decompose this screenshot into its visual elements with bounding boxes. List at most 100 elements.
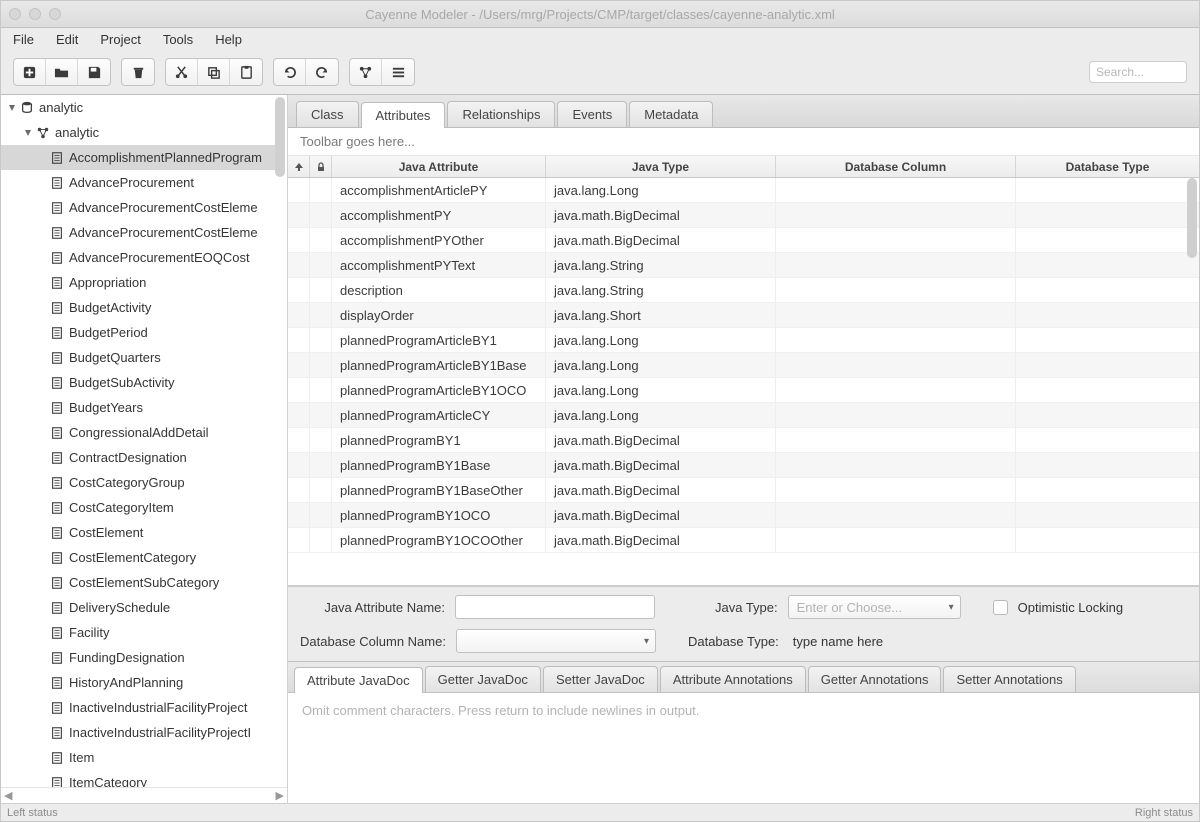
doc-tab[interactable]: Attribute Annotations bbox=[660, 666, 806, 692]
entity-tabs: ClassAttributesRelationshipsEventsMetada… bbox=[288, 95, 1199, 128]
entity-icon bbox=[49, 750, 65, 766]
tree-entity[interactable]: InactiveIndustrialFacilityProject bbox=[1, 695, 275, 720]
tree-root[interactable]: analytic bbox=[1, 95, 275, 120]
table-row[interactable]: plannedProgramArticleBY1OCOjava.lang.Lon… bbox=[288, 378, 1199, 403]
tree-entity[interactable]: BudgetYears bbox=[1, 395, 275, 420]
open-button[interactable] bbox=[46, 59, 78, 85]
datamap-button[interactable] bbox=[350, 59, 382, 85]
search-input[interactable] bbox=[1089, 61, 1187, 83]
tree-entity[interactable]: FundingDesignation bbox=[1, 645, 275, 670]
tree-entity[interactable]: CostCategoryItem bbox=[1, 495, 275, 520]
java-attr-name-input[interactable] bbox=[455, 595, 655, 619]
tab-class[interactable]: Class bbox=[296, 101, 359, 127]
tree-entity[interactable]: AdvanceProcurement bbox=[1, 170, 275, 195]
tree-entity[interactable]: AdvanceProcurementCostEleme bbox=[1, 195, 275, 220]
tree-entity[interactable]: ItemCategory bbox=[1, 770, 275, 787]
main-toolbar bbox=[1, 50, 1199, 95]
database-icon bbox=[19, 100, 35, 116]
table-row[interactable]: plannedProgramArticleBY1Basejava.lang.Lo… bbox=[288, 353, 1199, 378]
menu-edit[interactable]: Edit bbox=[56, 32, 78, 47]
status-left: Left status bbox=[7, 807, 58, 819]
undo-button[interactable] bbox=[274, 59, 306, 85]
table-row[interactable]: plannedProgramArticleCYjava.lang.Long bbox=[288, 403, 1199, 428]
doc-tab[interactable]: Getter Annotations bbox=[808, 666, 942, 692]
doc-tab[interactable]: Attribute JavaDoc bbox=[294, 667, 423, 693]
close-window-icon[interactable] bbox=[9, 8, 21, 20]
tree-scrollbar-horizontal[interactable]: ◀▶ bbox=[1, 787, 287, 803]
list-button[interactable] bbox=[382, 59, 414, 85]
tab-metadata[interactable]: Metadata bbox=[629, 101, 713, 127]
entity-icon bbox=[49, 475, 65, 491]
doc-textarea[interactable]: Omit comment characters. Press return to… bbox=[288, 693, 1199, 803]
db-column-name-select[interactable] bbox=[456, 629, 656, 653]
table-row[interactable]: plannedProgramBY1Basejava.math.BigDecima… bbox=[288, 453, 1199, 478]
tab-attributes[interactable]: Attributes bbox=[361, 102, 446, 128]
tree-entity[interactable]: AdvanceProcurementEOQCost bbox=[1, 245, 275, 270]
paste-button[interactable] bbox=[230, 59, 262, 85]
table-row[interactable]: accomplishmentPYjava.math.BigDecimal bbox=[288, 203, 1199, 228]
tree-entity[interactable]: BudgetPeriod bbox=[1, 320, 275, 345]
table-row[interactable]: plannedProgramBY1OCOOtherjava.math.BigDe… bbox=[288, 528, 1199, 553]
tree-entity[interactable]: Appropriation bbox=[1, 270, 275, 295]
tree-entity[interactable]: CostCategoryGroup bbox=[1, 470, 275, 495]
zoom-window-icon[interactable] bbox=[49, 8, 61, 20]
redo-button[interactable] bbox=[306, 59, 338, 85]
tree-entity[interactable]: Facility bbox=[1, 620, 275, 645]
menu-project[interactable]: Project bbox=[100, 32, 140, 47]
table-scrollbar-vertical[interactable] bbox=[1187, 178, 1197, 258]
table-row[interactable]: accomplishmentPYTextjava.lang.String bbox=[288, 253, 1199, 278]
new-button[interactable] bbox=[14, 59, 46, 85]
tab-events[interactable]: Events bbox=[557, 101, 627, 127]
tree-entity[interactable]: CostElementSubCategory bbox=[1, 570, 275, 595]
tree-entity[interactable]: Item bbox=[1, 745, 275, 770]
tree-datamap[interactable]: analytic bbox=[1, 120, 275, 145]
optimistic-locking-checkbox[interactable] bbox=[993, 600, 1008, 615]
table-row[interactable]: displayOrderjava.lang.Short bbox=[288, 303, 1199, 328]
tree-entity[interactable]: AccomplishmentPlannedProgram bbox=[1, 145, 275, 170]
doc-tab[interactable]: Setter Annotations bbox=[943, 666, 1075, 692]
window-title: Cayenne Modeler - /Users/mrg/Projects/CM… bbox=[1, 7, 1199, 22]
tree-entity[interactable]: BudgetSubActivity bbox=[1, 370, 275, 395]
col-java-attribute[interactable]: Java Attribute bbox=[332, 156, 546, 177]
java-type-select[interactable]: Enter or Choose... bbox=[788, 595, 961, 619]
entity-icon bbox=[49, 525, 65, 541]
tree-entity[interactable]: BudgetActivity bbox=[1, 295, 275, 320]
col-lock-icon[interactable] bbox=[310, 156, 332, 177]
delete-button[interactable] bbox=[122, 59, 154, 85]
tab-relationships[interactable]: Relationships bbox=[447, 101, 555, 127]
table-row[interactable]: descriptionjava.lang.String bbox=[288, 278, 1199, 303]
tree-entity[interactable]: CostElement bbox=[1, 520, 275, 545]
table-row[interactable]: plannedProgramArticleBY1java.lang.Long bbox=[288, 328, 1199, 353]
table-row[interactable]: plannedProgramBY1java.math.BigDecimal bbox=[288, 428, 1199, 453]
entity-icon bbox=[49, 250, 65, 266]
table-row[interactable]: plannedProgramBY1BaseOtherjava.math.BigD… bbox=[288, 478, 1199, 503]
doc-tab[interactable]: Setter JavaDoc bbox=[543, 666, 658, 692]
minimize-window-icon[interactable] bbox=[29, 8, 41, 20]
table-row[interactable]: accomplishmentPYOtherjava.math.BigDecima… bbox=[288, 228, 1199, 253]
entity-tree[interactable]: analyticanalyticAccomplishmentPlannedPro… bbox=[1, 95, 287, 787]
table-row[interactable]: plannedProgramBY1OCOjava.math.BigDecimal bbox=[288, 503, 1199, 528]
tree-entity[interactable]: InactiveIndustrialFacilityProjectI bbox=[1, 720, 275, 745]
menu-help[interactable]: Help bbox=[215, 32, 242, 47]
tree-entity[interactable]: DeliverySchedule bbox=[1, 595, 275, 620]
tree-entity[interactable]: AdvanceProcurementCostEleme bbox=[1, 220, 275, 245]
cut-button[interactable] bbox=[166, 59, 198, 85]
save-button[interactable] bbox=[78, 59, 110, 85]
tree-entity[interactable]: CongressionalAddDetail bbox=[1, 420, 275, 445]
tree-entity[interactable]: ContractDesignation bbox=[1, 445, 275, 470]
copy-button[interactable] bbox=[198, 59, 230, 85]
col-inherit-icon[interactable] bbox=[288, 156, 310, 177]
tree-entity[interactable]: BudgetQuarters bbox=[1, 345, 275, 370]
tree-entity[interactable]: HistoryAndPlanning bbox=[1, 670, 275, 695]
table-row[interactable]: accomplishmentArticlePYjava.lang.Long bbox=[288, 178, 1199, 203]
col-database-column[interactable]: Database Column bbox=[776, 156, 1016, 177]
entity-icon bbox=[49, 550, 65, 566]
tree-scrollbar-vertical[interactable] bbox=[275, 97, 285, 177]
col-database-type[interactable]: Database Type bbox=[1016, 156, 1199, 177]
doc-tab[interactable]: Getter JavaDoc bbox=[425, 666, 541, 692]
doc-tabs: Attribute JavaDocGetter JavaDocSetter Ja… bbox=[288, 661, 1199, 693]
tree-entity[interactable]: CostElementCategory bbox=[1, 545, 275, 570]
menu-file[interactable]: File bbox=[13, 32, 34, 47]
col-java-type[interactable]: Java Type bbox=[546, 156, 776, 177]
menu-tools[interactable]: Tools bbox=[163, 32, 193, 47]
